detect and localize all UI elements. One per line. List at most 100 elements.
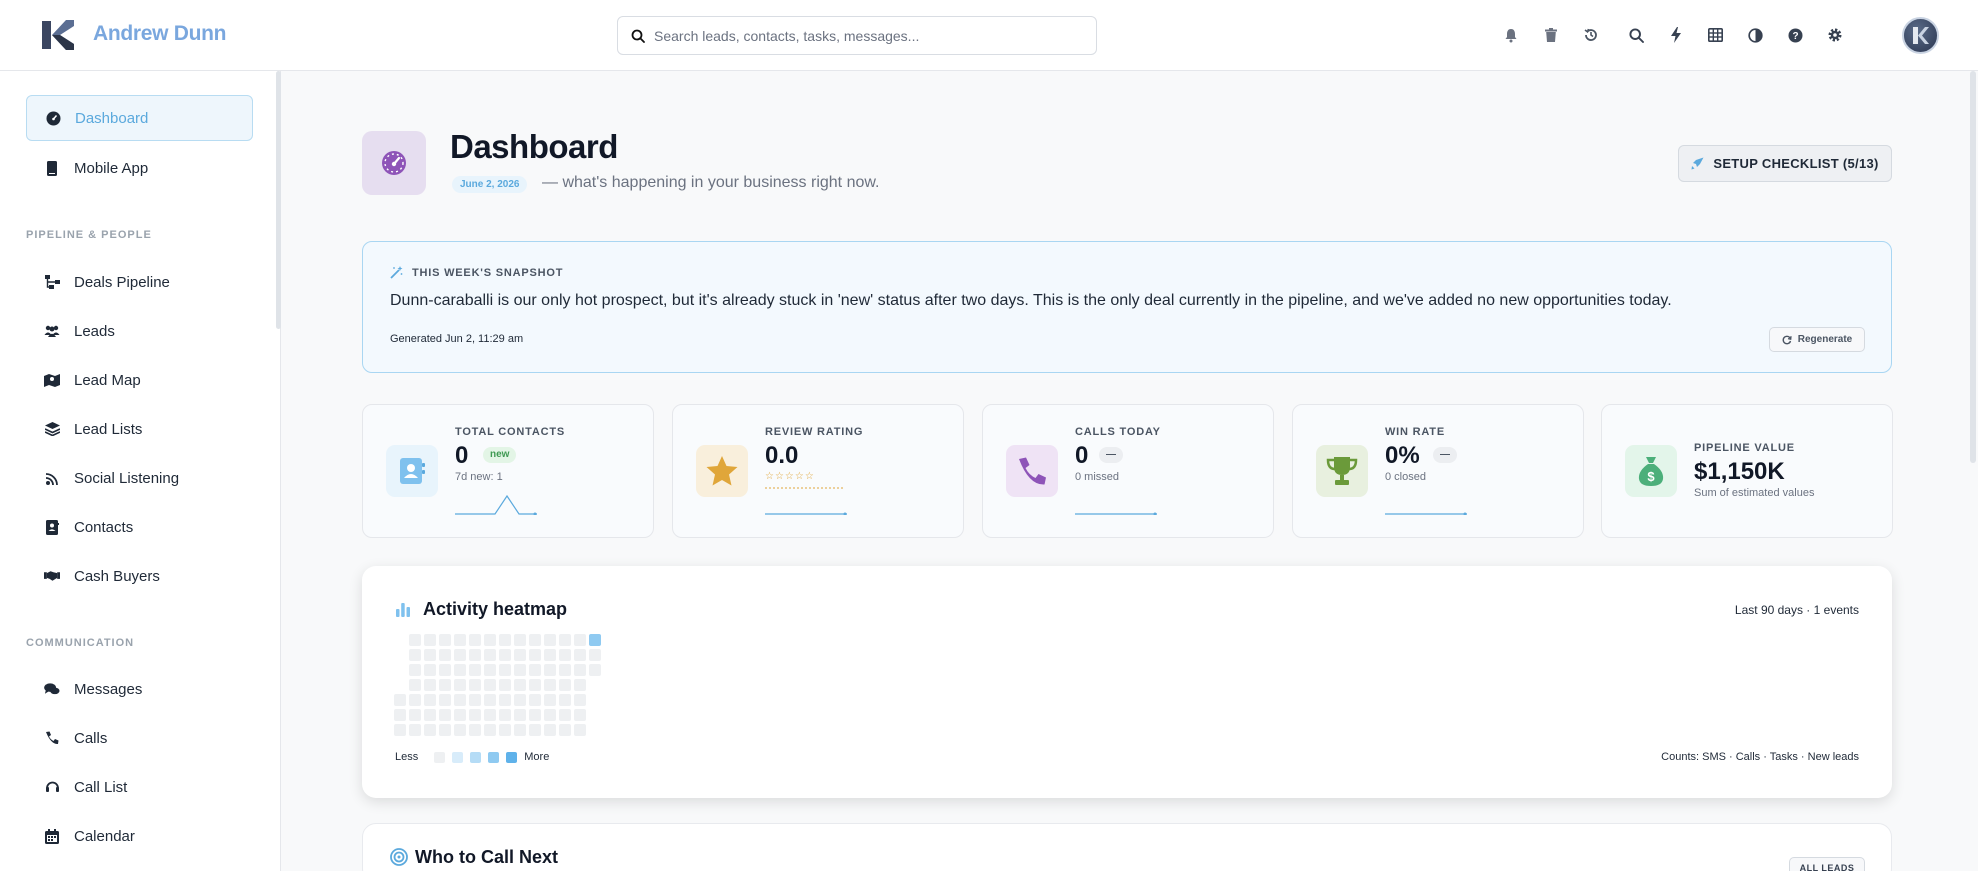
heatmap-cell[interactable] [469,664,481,676]
heatmap-cell[interactable] [409,664,421,676]
heatmap-cell[interactable] [439,724,451,736]
stat-pipeline-value[interactable]: $ PIPELINE VALUE $1,150K Sum of estimate… [1601,404,1893,538]
heatmap-cell[interactable] [514,709,526,721]
sidebar-item-lead-map[interactable]: Lead Map [26,357,253,403]
heatmap-cell[interactable] [409,709,421,721]
heatmap-cell[interactable] [544,664,556,676]
sidebar-item-calls[interactable]: Calls [26,715,253,761]
avatar[interactable] [1902,17,1939,54]
heatmap-cell[interactable] [529,649,541,661]
heatmap-cell[interactable] [394,709,406,721]
heatmap-cell[interactable] [559,664,571,676]
heatmap-cell[interactable] [589,649,601,661]
main-scrollbar[interactable] [1970,71,1976,463]
heatmap-cell[interactable] [574,664,586,676]
heatmap-cell[interactable] [544,649,556,661]
heatmap-cell[interactable] [529,709,541,721]
heatmap-cell[interactable] [559,724,571,736]
heatmap-cell[interactable] [469,634,481,646]
heatmap-cell[interactable] [574,634,586,646]
heatmap-cell[interactable] [499,649,511,661]
table-icon[interactable] [1702,22,1728,48]
heatmap-cell[interactable] [469,724,481,736]
heatmap-cell[interactable] [514,694,526,706]
stat-review-rating[interactable]: REVIEW RATING 0.0 ☆☆☆☆☆ [672,404,964,538]
heatmap-cell[interactable] [469,649,481,661]
heatmap-cell[interactable] [484,664,496,676]
heatmap-cell[interactable] [469,694,481,706]
heatmap-cell[interactable] [484,709,496,721]
history-icon[interactable] [1578,22,1604,48]
heatmap-cell[interactable] [559,679,571,691]
heatmap-cell[interactable] [394,694,406,706]
heatmap-cell[interactable] [529,679,541,691]
heatmap-cell[interactable] [559,634,571,646]
sidebar-item-deals-pipeline[interactable]: Deals Pipeline [26,259,253,305]
heatmap-cell[interactable] [409,724,421,736]
heatmap-cell[interactable] [424,634,436,646]
heatmap-cell[interactable] [514,634,526,646]
heatmap-cell[interactable] [409,694,421,706]
contrast-icon[interactable] [1742,22,1768,48]
heatmap-cell[interactable] [589,634,601,646]
heatmap-cell[interactable] [514,679,526,691]
stat-total-contacts[interactable]: TOTAL CONTACTS 0 new 7d new: 1 [362,404,654,538]
heatmap-cell[interactable] [484,694,496,706]
heatmap-cell[interactable] [409,634,421,646]
heatmap-cell[interactable] [544,679,556,691]
heatmap-cell[interactable] [454,709,466,721]
trash-icon[interactable] [1538,22,1564,48]
heatmap-cell[interactable] [529,634,541,646]
heatmap-cell[interactable] [394,724,406,736]
heatmap-cell[interactable] [439,634,451,646]
heatmap-cell[interactable] [544,724,556,736]
heatmap-cell[interactable] [499,664,511,676]
setup-checklist-button[interactable]: SETUP CHECKLIST (5/13) [1678,145,1892,182]
heatmap-cell[interactable] [499,634,511,646]
heatmap-cell[interactable] [424,709,436,721]
sidebar-item-social-listening[interactable]: Social Listening [26,455,253,501]
sidebar-item-lead-lists[interactable]: Lead Lists [26,406,253,452]
heatmap-cell[interactable] [589,664,601,676]
heatmap-cell[interactable] [409,679,421,691]
heatmap-cell[interactable] [574,709,586,721]
logo[interactable] [38,16,76,54]
stat-win-rate[interactable]: WIN RATE 0% — 0 closed [1292,404,1584,538]
heatmap-cell[interactable] [514,649,526,661]
stat-calls-today[interactable]: CALLS TODAY 0 — 0 missed [982,404,1274,538]
heatmap-cell[interactable] [454,649,466,661]
heatmap-cell[interactable] [499,694,511,706]
heatmap-cell[interactable] [484,649,496,661]
help-icon[interactable]: ? [1782,22,1808,48]
sidebar-item-mobile-app[interactable]: Mobile App [26,145,253,191]
sidebar-item-calendar[interactable]: Calendar [26,813,253,859]
heatmap-cell[interactable] [454,724,466,736]
search-input[interactable] [654,17,1084,54]
heatmap-cell[interactable] [484,679,496,691]
heatmap-cell[interactable] [424,649,436,661]
sidebar-scrollbar[interactable] [276,71,281,329]
heatmap-cell[interactable] [454,679,466,691]
heatmap-cell[interactable] [499,679,511,691]
heatmap-cell[interactable] [529,694,541,706]
heatmap-cell[interactable] [529,724,541,736]
heatmap-cell[interactable] [424,664,436,676]
heatmap-cell[interactable] [454,664,466,676]
sidebar-item-dashboard[interactable]: Dashboard [26,95,253,141]
heatmap-cell[interactable] [484,634,496,646]
heatmap-cell[interactable] [454,634,466,646]
regenerate-button[interactable]: Regenerate [1769,327,1865,352]
heatmap-cell[interactable] [559,694,571,706]
heatmap-cell[interactable] [529,664,541,676]
heatmap-cell[interactable] [574,649,586,661]
sidebar-item-cash-buyers[interactable]: Cash Buyers [26,553,253,599]
heatmap-cell[interactable] [424,679,436,691]
heatmap-cell[interactable] [424,724,436,736]
search-bar[interactable] [617,16,1097,55]
heatmap-cell[interactable] [499,709,511,721]
heatmap-cell[interactable] [514,664,526,676]
heatmap-cell[interactable] [484,724,496,736]
heatmap-cell[interactable] [559,709,571,721]
heatmap-cell[interactable] [439,709,451,721]
heatmap-cell[interactable] [574,679,586,691]
